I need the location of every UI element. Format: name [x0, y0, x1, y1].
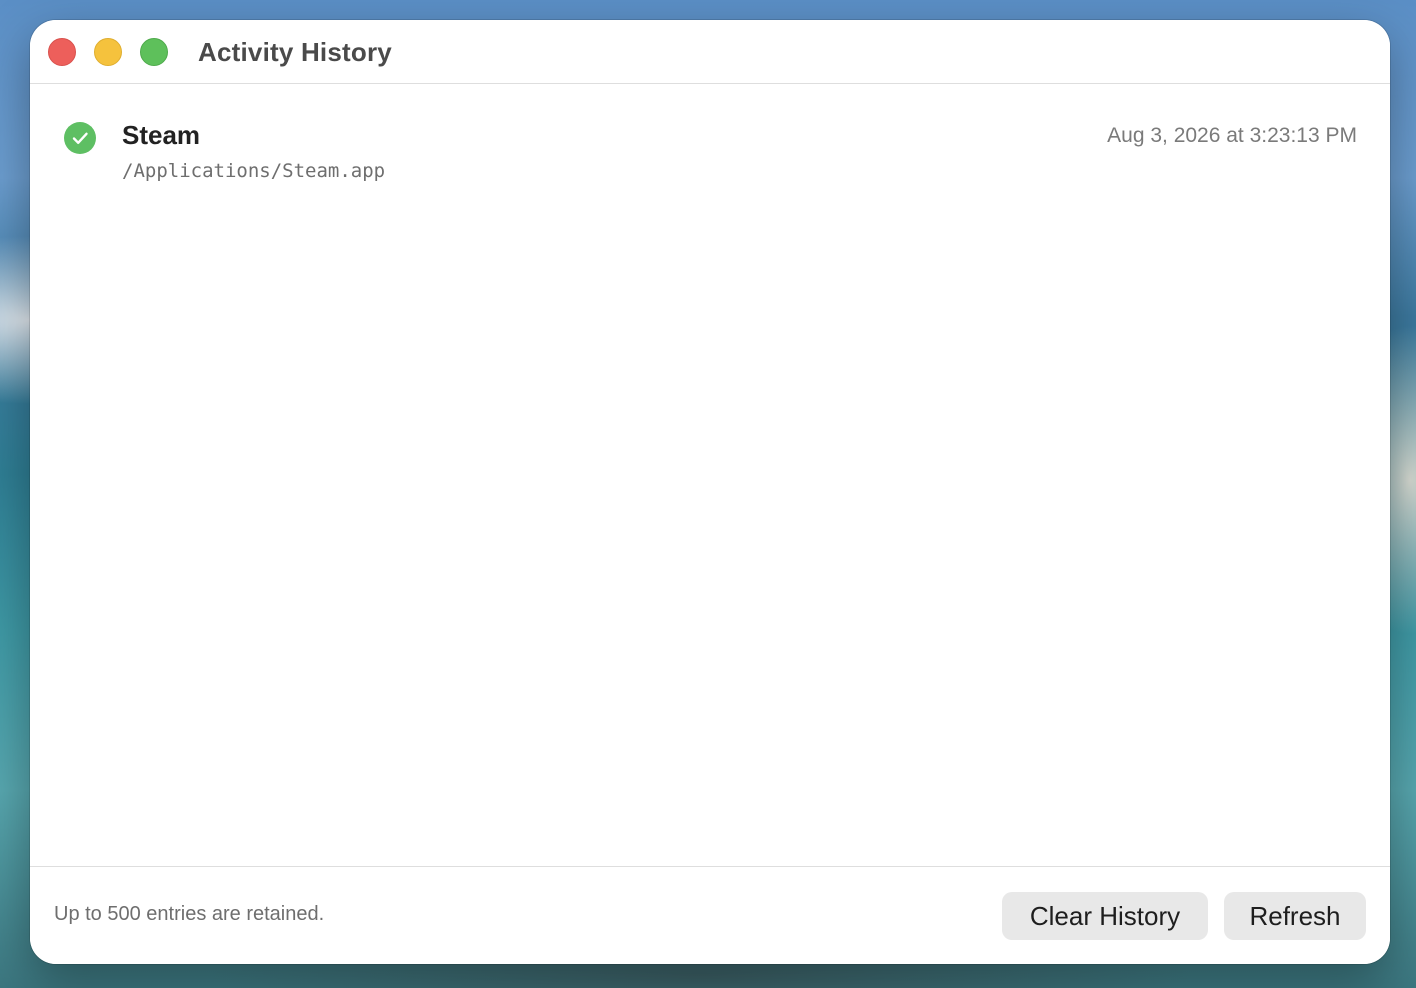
- minimize-window-button[interactable]: [94, 38, 122, 66]
- title-bar: Activity History: [30, 20, 1390, 84]
- activity-history-window: Activity History Steam /Applications/Ste…: [30, 20, 1390, 964]
- footer-bar: Up to 500 entries are retained. Clear Hi…: [30, 866, 1390, 964]
- checkmark-circle-icon: [64, 122, 96, 154]
- clear-history-button[interactable]: Clear History: [1002, 892, 1208, 940]
- retention-note: Up to 500 entries are retained.: [54, 903, 325, 925]
- close-window-button[interactable]: [48, 38, 76, 66]
- entry-app-name: Steam: [122, 120, 201, 150]
- zoom-window-button[interactable]: [140, 38, 168, 66]
- entry-app-path: /Applications/Steam.app: [122, 160, 386, 182]
- window-title: Activity History: [198, 37, 392, 67]
- history-list: Steam /Applications/Steam.app Aug 3, 202…: [30, 84, 1390, 866]
- entry-timestamp: Aug 3, 2026 at 3:23:13 PM: [1107, 124, 1357, 147]
- refresh-button[interactable]: Refresh: [1224, 892, 1366, 940]
- history-entry[interactable]: Steam /Applications/Steam.app Aug 3, 202…: [30, 84, 1390, 204]
